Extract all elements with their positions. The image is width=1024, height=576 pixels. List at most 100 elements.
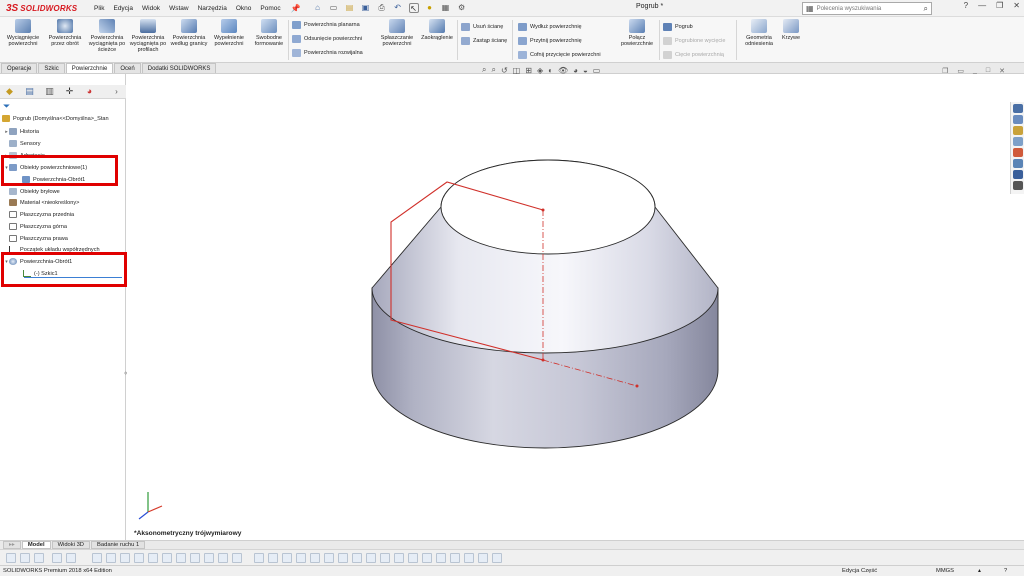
open-icon[interactable]: ▤ xyxy=(345,3,355,13)
chamfer-tool-icon[interactable] xyxy=(492,553,502,563)
zoom-to-fit-icon[interactable]: ⌕ xyxy=(482,65,486,75)
pin-icon[interactable]: 📌 xyxy=(291,4,301,13)
solidworks-resources-icon[interactable] xyxy=(1013,104,1023,113)
freeform-button[interactable]: Swobodne formowanie xyxy=(250,19,288,47)
quick-snaps-icon[interactable] xyxy=(394,553,404,563)
options-gear-icon[interactable]: ⚙ xyxy=(457,3,467,13)
menu-edycja[interactable]: Edycja xyxy=(113,5,133,12)
filter-faces-icon[interactable] xyxy=(34,553,44,563)
tree-root-part[interactable]: Pogrub (Domyślna<<Domyślna>_Stan xyxy=(2,114,109,123)
solidworks-forum-icon[interactable] xyxy=(1013,170,1023,179)
offset-surface-button[interactable]: Odsunięcie powierzchni xyxy=(292,35,362,43)
file-explorer-icon[interactable] xyxy=(1013,126,1023,135)
lofted-surface-button[interactable]: Powierzchnia wyciągnięta po profilach xyxy=(128,19,168,54)
box-select-icon[interactable] xyxy=(66,553,76,563)
dynamic-annotation-icon[interactable]: ⊞ xyxy=(525,66,532,75)
shaded-sketch-contours-icon[interactable] xyxy=(436,553,446,563)
design-library-icon[interactable] xyxy=(1013,115,1023,124)
ruled-surface-button[interactable]: Powierzchnia rozwijalna xyxy=(292,49,363,57)
tab-motion-study[interactable]: Badanie ruchu 1 xyxy=(91,541,146,549)
3dexperience-icon[interactable] xyxy=(1013,181,1023,190)
display-relations-icon[interactable] xyxy=(366,553,376,563)
extend-surface-button[interactable]: Wydłuż powierzchnię xyxy=(518,23,582,31)
custom-properties-icon[interactable] xyxy=(1013,159,1023,168)
search-icon[interactable]: ⌕ xyxy=(924,4,928,14)
viewport-maximize-icon[interactable]: □ xyxy=(986,67,990,75)
flatten-surface-button[interactable]: Spłaszczanie powierzchni xyxy=(375,19,419,47)
new-document-icon[interactable]: ▭ xyxy=(329,3,339,13)
centerline-tool-icon[interactable] xyxy=(450,553,460,563)
viewport-tile-icon[interactable]: ▭ xyxy=(957,67,964,75)
delete-face-button[interactable]: Usuń ścianę xyxy=(461,23,503,31)
polygon-tool-icon[interactable] xyxy=(162,553,172,563)
instant-2d-icon[interactable] xyxy=(422,553,432,563)
trim-entities-icon[interactable] xyxy=(254,553,264,563)
tree-item-right-plane[interactable]: Płaszczyzna prawa xyxy=(9,234,68,243)
tree-item-solid-bodies[interactable]: Obiekty bryłowe xyxy=(9,187,60,196)
model-view[interactable] xyxy=(127,74,1010,540)
menu-pomoc[interactable]: Pomoc xyxy=(260,5,280,12)
surface-cut-button[interactable]: Cięcie powierzchnią xyxy=(663,51,724,59)
thickened-cut-button[interactable]: Pogrubione wycięcie xyxy=(663,37,725,45)
viewport-close-icon[interactable]: ✕ xyxy=(999,67,1005,75)
chevron-right-icon[interactable]: › xyxy=(111,86,122,97)
restore-icon[interactable]: ❐ xyxy=(996,1,1003,10)
construction-geometry-icon[interactable] xyxy=(464,553,474,563)
home-icon[interactable]: ⌂ xyxy=(313,3,323,13)
fillet-button[interactable]: Zaokrąglenie xyxy=(418,19,456,41)
viewport-minimize-icon[interactable]: _ xyxy=(973,67,977,75)
filter-edges-icon[interactable] xyxy=(20,553,30,563)
point-tool-icon[interactable] xyxy=(218,553,228,563)
replace-face-button[interactable]: Zastąp ścianę xyxy=(461,37,507,45)
feature-manager-tab-icon[interactable]: ◆ xyxy=(4,86,15,97)
file-properties-icon[interactable]: ▦ xyxy=(441,3,451,13)
linear-pattern-icon[interactable] xyxy=(310,553,320,563)
view-palette-icon[interactable] xyxy=(1013,137,1023,146)
rectangle-tool-icon[interactable] xyxy=(106,553,116,563)
reference-geometry-button[interactable]: Geometria odniesienia xyxy=(740,19,778,47)
ellipse-tool-icon[interactable] xyxy=(190,553,200,563)
tab-operacje[interactable]: Operacje xyxy=(1,63,38,73)
boundary-surface-button[interactable]: Powierzchnia według granicy xyxy=(170,19,208,47)
rollback-bar[interactable] xyxy=(24,277,122,278)
trim-surface-button[interactable]: Przytnij powierzchnię xyxy=(518,37,582,45)
curves-button[interactable]: Krzywe xyxy=(778,19,804,41)
section-view-icon[interactable]: ◫ xyxy=(513,66,521,75)
convert-entities-icon[interactable] xyxy=(268,553,278,563)
repair-sketch-icon[interactable] xyxy=(380,553,390,563)
property-manager-tab-icon[interactable]: ▤ xyxy=(24,86,35,97)
menu-wstaw[interactable]: Wstaw xyxy=(169,5,189,12)
help-icon[interactable]: ? xyxy=(964,1,968,10)
extruded-surface-button[interactable]: Wyciągnięcie powierzchni xyxy=(3,19,43,47)
tree-item-sensory[interactable]: Sensory xyxy=(9,139,41,148)
swept-surface-button[interactable]: Powierzchnia wyciągnięta po ścieżce xyxy=(87,19,127,54)
fillet-sketch-icon[interactable] xyxy=(204,553,214,563)
motion-playback-icon[interactable]: ▸▸ xyxy=(3,541,21,549)
view-orientation-icon[interactable]: ◈ xyxy=(537,66,543,75)
slot-tool-icon[interactable] xyxy=(120,553,130,563)
tree-item-front-plane[interactable]: Płaszczyzna przednia xyxy=(9,210,74,219)
menu-plik[interactable]: Plik xyxy=(94,5,104,12)
offset-entities-icon[interactable] xyxy=(282,553,292,563)
tree-item-top-plane[interactable]: Płaszczyzna górna xyxy=(9,222,67,231)
line-tool-icon[interactable] xyxy=(92,553,102,563)
rebuild-icon[interactable]: ● xyxy=(425,3,435,13)
solidworks-logo[interactable]: 3S SOLIDWORKS xyxy=(0,0,84,17)
rapid-sketch-icon[interactable] xyxy=(408,553,418,563)
tab-szkic[interactable]: Szkic xyxy=(38,63,65,73)
menu-okno[interactable]: Okno xyxy=(236,5,252,12)
search-scope-icon[interactable]: ▦ xyxy=(806,4,814,13)
untrim-surface-button[interactable]: Cofnij przycięcie powierzchni xyxy=(518,51,601,59)
planar-surface-button[interactable]: Powierzchnia planarna xyxy=(292,21,360,29)
knit-surface-button[interactable]: Połącz powierzchnie xyxy=(616,19,658,47)
search-input[interactable]: Polecenia wyszukiwania xyxy=(817,6,924,12)
spline-tool-icon[interactable] xyxy=(176,553,186,563)
smart-dimension-icon[interactable] xyxy=(338,553,348,563)
viewport-restore-icon[interactable]: ❐ xyxy=(942,67,948,75)
rebuild-status-icon[interactable]: ? xyxy=(1004,568,1007,574)
tab-powierzchnie[interactable]: Powierzchnie xyxy=(65,63,114,73)
graphics-area[interactable] xyxy=(127,74,1010,540)
apply-scene-icon[interactable]: ◒ xyxy=(583,66,588,75)
tab-3d-views[interactable]: Widoki 3D xyxy=(51,541,90,549)
move-entities-icon[interactable] xyxy=(324,553,334,563)
